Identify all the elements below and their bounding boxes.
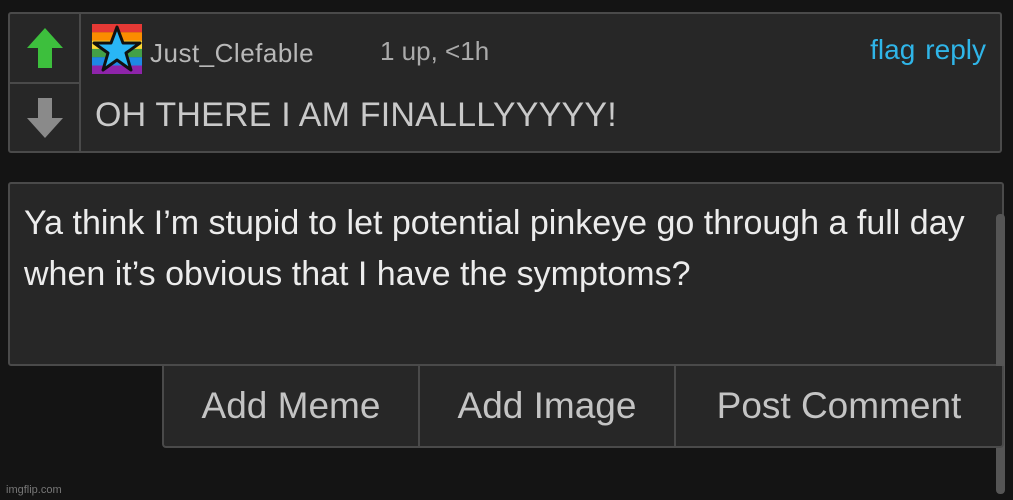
comment-button-bar: Add Meme Add Image Post Comment [162, 366, 1004, 448]
username[interactable]: Just_Clefable [150, 38, 314, 69]
downvote-button[interactable] [10, 84, 79, 152]
upvote-button[interactable] [10, 14, 79, 84]
reply-textarea[interactable]: Ya think I’m stupid to let potential pin… [8, 182, 1004, 366]
comment-actions: flag reply [860, 34, 986, 66]
comment-text: OH THERE I AM FINALLLYYYYY! [95, 96, 617, 134]
comment-card: Just_Clefable 1 up, <1h flag reply OH THE… [8, 12, 1002, 153]
flag-link[interactable]: flag [870, 34, 915, 65]
post-comment-button[interactable]: Post Comment [676, 366, 1002, 446]
comment-meta: 1 up, <1h [380, 36, 490, 66]
reply-text[interactable]: Ya think I’m stupid to let potential pin… [24, 198, 984, 300]
vote-column [10, 14, 81, 151]
add-image-button[interactable]: Add Image [420, 366, 676, 446]
reply-link[interactable]: reply [925, 34, 986, 65]
arrow-down-icon [26, 98, 63, 138]
arrow-up-icon [26, 28, 63, 68]
scrollbar[interactable] [996, 214, 1005, 494]
add-meme-button[interactable]: Add Meme [164, 366, 420, 446]
rainbow-star-icon[interactable] [92, 24, 142, 74]
watermark: imgflip.com [6, 484, 62, 496]
